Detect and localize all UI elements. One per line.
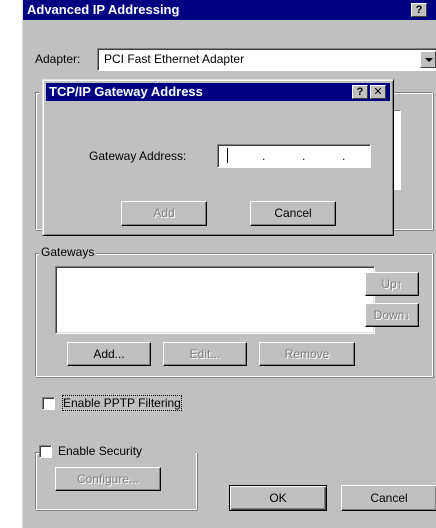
close-icon: ✕ xyxy=(373,86,383,98)
window-title: Advanced IP Addressing xyxy=(27,2,180,17)
dialog-close-button[interactable]: ✕ xyxy=(370,85,386,99)
adapter-select[interactable]: PCI Fast Ethernet Adapter xyxy=(97,48,436,71)
pptp-checkbox[interactable] xyxy=(42,397,55,410)
adapter-select-value: PCI Fast Ethernet Adapter xyxy=(104,52,245,66)
security-label[interactable]: Enable Security xyxy=(58,444,142,458)
dialog-help-button[interactable]: ? xyxy=(352,85,368,99)
gateways-list[interactable] xyxy=(55,266,375,334)
gateway-address-label: Gateway Address: xyxy=(89,149,187,163)
security-checkbox[interactable] xyxy=(39,445,52,458)
gateway-address-input[interactable]: . . . xyxy=(217,144,371,168)
dialog-add-button[interactable]: Add xyxy=(121,201,207,226)
ok-button[interactable]: OK xyxy=(229,485,327,511)
chevron-down-icon[interactable] xyxy=(420,51,436,68)
gateway-add-button[interactable]: Add... xyxy=(67,342,151,366)
gateways-group-legend: Gateways xyxy=(39,245,97,259)
cancel-button[interactable]: Cancel xyxy=(341,485,436,511)
gateway-address-dialog: TCP/IP Gateway Address ? ✕ Gateway Addre… xyxy=(42,79,394,236)
ip-dot-1: . xyxy=(262,149,266,163)
ip-dot-3: . xyxy=(342,149,346,163)
gateway-up-button[interactable]: Up↑ xyxy=(365,272,419,296)
window-titlebar[interactable]: Advanced IP Addressing ? xyxy=(23,0,436,20)
gateway-remove-button[interactable]: Remove xyxy=(259,342,355,366)
adapter-label: Adapter: xyxy=(35,52,81,66)
help-button[interactable]: ? xyxy=(411,3,427,17)
pptp-label[interactable]: Enable PPTP Filtering xyxy=(62,395,182,411)
ip-dot-2: . xyxy=(302,149,306,163)
security-legend: Enable Security xyxy=(39,444,195,460)
dialog-cancel-button[interactable]: Cancel xyxy=(250,201,336,226)
help-icon: ? xyxy=(356,86,364,98)
configure-button[interactable]: Configure... xyxy=(55,467,161,491)
text-caret xyxy=(227,148,228,163)
help-icon: ? xyxy=(415,4,423,16)
gateway-down-button[interactable]: Down↓ xyxy=(365,303,419,327)
dialog-title: TCP/IP Gateway Address xyxy=(49,84,203,99)
dialog-titlebar[interactable]: TCP/IP Gateway Address ? ✕ xyxy=(46,83,390,101)
gateway-edit-button[interactable]: Edit... xyxy=(163,342,247,366)
